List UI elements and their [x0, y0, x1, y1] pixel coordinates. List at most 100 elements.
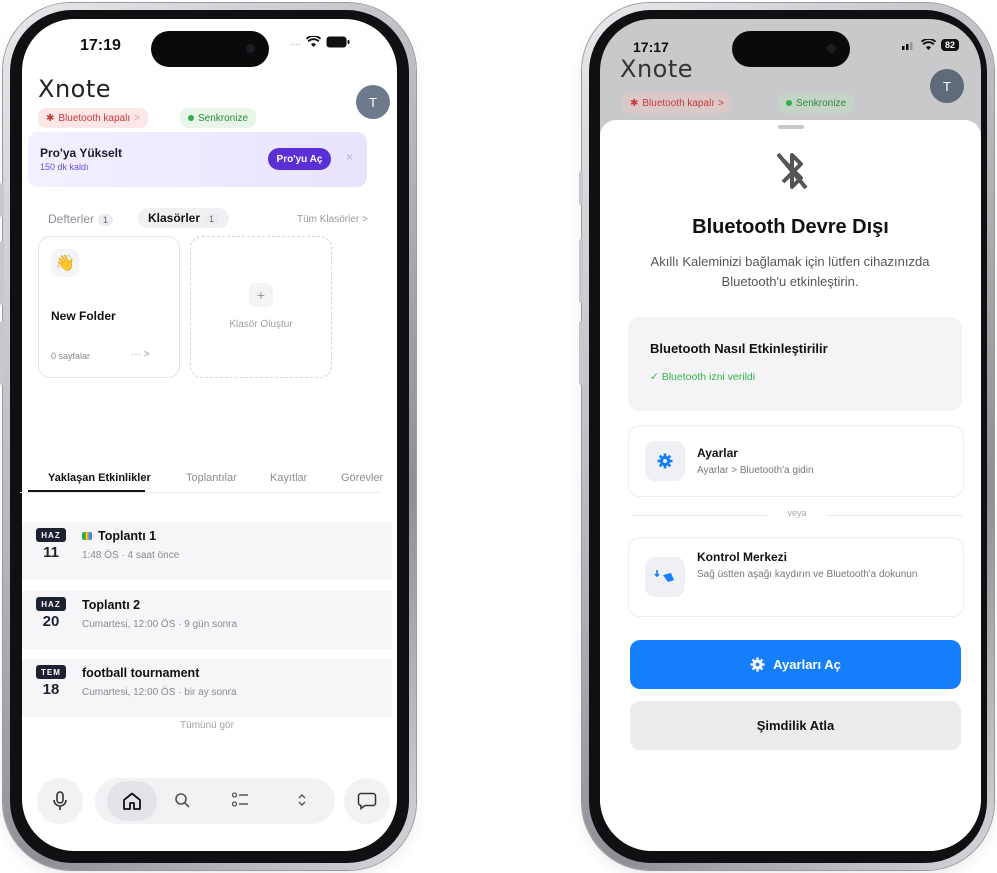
gear-icon — [750, 657, 765, 672]
event-subtitle: 1:48 ÖS · 4 saat önce — [82, 550, 180, 561]
or-divider: veya — [632, 508, 962, 522]
chat-button[interactable] — [344, 778, 390, 824]
tab-notebooks-count: 1 — [98, 214, 114, 226]
plus-icon: + — [249, 283, 273, 307]
bluetooth-status-chip[interactable]: ✱ Bluetooth kapalı > — [38, 108, 148, 128]
event-month: HAZ — [36, 528, 66, 542]
dynamic-island — [150, 31, 269, 67]
event-subtitle: Cumartesi, 12:00 ÖS · 9 gün sonra — [82, 619, 238, 630]
pro-minutes-left: 150 dk kaldı — [40, 162, 89, 172]
settings-icon-box — [645, 441, 685, 481]
howto-title: Bluetooth Nasıl Etkinleştirilir — [650, 341, 828, 356]
control-center-subtitle: Sağ üstten aşağı kaydırın ve Bluetooth'a… — [697, 569, 918, 580]
event-month: TEM — [36, 665, 66, 679]
tab-folders-label: Klasörler — [148, 211, 201, 225]
status-time: 17:17 — [633, 39, 669, 55]
sheet-title: Bluetooth Devre Dışı — [692, 216, 889, 238]
event-day: 11 — [43, 544, 59, 561]
folder-name: New Folder — [51, 309, 116, 323]
open-pro-button[interactable]: Pro'yu Aç — [268, 148, 331, 170]
chevron-right-icon: > — [134, 112, 140, 124]
pro-title: Pro'ya Yükselt — [40, 146, 123, 160]
task-list-icon — [231, 792, 248, 807]
pro-upgrade-banner: Pro'ya Yükselt 150 dk kaldı Pro'yu Aç × — [28, 132, 367, 187]
skip-for-now-button[interactable]: Şimdilik Atla — [630, 701, 961, 750]
bluetooth-status-chip[interactable]: ✱ Bluetooth kapalı > — [622, 93, 732, 113]
volume-up-button — [579, 239, 583, 303]
sheet-drag-handle[interactable] — [778, 125, 804, 129]
waving-hand-icon: 👋 — [51, 249, 79, 277]
event-item[interactable]: TEM 18 football tournament Cumartesi, 12… — [22, 659, 392, 717]
status-time: 17:19 — [80, 37, 121, 54]
bluetooth-off-icon: ✱ — [46, 112, 55, 124]
dynamic-island — [731, 31, 850, 67]
event-title: football tournament — [82, 666, 200, 680]
tab-folders-count: 1 — [204, 213, 220, 225]
event-day: 18 — [42, 681, 60, 698]
search-button[interactable] — [174, 792, 190, 808]
create-folder-card[interactable]: + Klasör Oluştur — [190, 236, 332, 378]
battery-icon — [326, 36, 350, 48]
google-meet-icon — [82, 532, 92, 540]
open-settings-button[interactable]: Ayarları Aç — [630, 640, 961, 689]
settings-option-card[interactable]: Ayarlar Ayarlar > Bluetooth'a gidin — [628, 425, 964, 497]
sort-button[interactable] — [297, 793, 307, 807]
home-icon — [123, 792, 141, 810]
wifi-icon — [306, 36, 322, 47]
event-title-text: Toplantı 1 — [98, 529, 157, 543]
library-tabs: Defterler 1 Klasörler 1 Tüm Klasörler > — [28, 208, 373, 234]
bluetooth-disabled-icon — [775, 148, 809, 199]
tab-meetings[interactable]: Toplantılar — [186, 472, 237, 484]
sheet-description: Akıllı Kaleminizi bağlamak için lütfen c… — [650, 254, 930, 289]
battery-icon: 82 — [941, 39, 960, 51]
event-title: Toplantı 1 — [82, 529, 156, 543]
folder-card[interactable]: 👋 New Folder 0 sayfalar ··· > — [38, 236, 180, 378]
tab-notebooks-label: Defterler — [48, 212, 95, 226]
tasks-button[interactable] — [231, 791, 249, 809]
tab-upcoming-events[interactable]: Yaklaşan Etkinlikler — [48, 472, 151, 484]
event-item[interactable]: HAZ 11 Toplantı 1 1:48 ÖS · 4 saat önce — [22, 522, 392, 580]
settings-option-title: Ayarlar — [697, 446, 738, 460]
action-button — [579, 171, 583, 205]
bluetooth-chip-label: Bluetooth kapalı — [58, 112, 131, 124]
create-folder-label: Klasör Oluştur — [229, 319, 293, 330]
sync-dot-icon — [786, 100, 792, 106]
app-logo: Xnote — [620, 55, 694, 83]
event-month: HAZ — [36, 597, 66, 611]
volume-down-button — [0, 321, 4, 385]
signal-icon — [902, 42, 913, 50]
control-center-icon-box — [645, 557, 685, 597]
event-item[interactable]: HAZ 20 Toplantı 2 Cumartesi, 12:00 ÖS · … — [22, 591, 392, 649]
folder-more-icon[interactable]: ··· > — [131, 349, 150, 360]
sync-dot-icon — [188, 115, 194, 121]
all-folders-link[interactable]: Tüm Klasörler > — [297, 214, 368, 225]
tab-folders[interactable]: Klasörler 1 — [138, 208, 230, 228]
mic-button[interactable] — [37, 778, 83, 824]
chat-icon — [357, 792, 377, 810]
folder-page-count: 0 sayfalar — [51, 351, 91, 361]
swipe-down-icon — [654, 570, 674, 582]
tab-recordings[interactable]: Kayıtlar — [270, 472, 307, 484]
search-icon — [175, 793, 190, 808]
open-settings-label: Ayarları Aç — [773, 657, 841, 672]
settings-option-subtitle: Ayarlar > Bluetooth'a gidin — [697, 465, 814, 476]
control-center-option-card[interactable]: Kontrol Merkezi Sağ üstten aşağı kaydırı… — [628, 537, 964, 617]
permission-granted-text: ✓ Bluetooth izni verildi — [650, 371, 756, 383]
sync-status-chip: Senkronize — [180, 108, 257, 128]
control-center-title: Kontrol Merkezi — [697, 550, 788, 564]
action-button — [0, 183, 4, 217]
user-avatar[interactable]: T — [930, 69, 964, 103]
sync-status-chip: Senkronize — [778, 93, 855, 113]
tab-tasks[interactable]: Görevler — [341, 472, 383, 484]
home-button[interactable] — [107, 781, 157, 821]
gear-icon — [657, 453, 673, 469]
see-all-link[interactable]: Tümünü gör — [12, 720, 402, 731]
app-logo: Xnote — [38, 75, 112, 103]
user-avatar[interactable]: T — [356, 85, 390, 119]
bluetooth-chip-label: Bluetooth kapalı — [642, 97, 715, 109]
tabs-divider — [20, 492, 380, 493]
tab-notebooks[interactable]: Defterler 1 — [48, 212, 114, 226]
close-icon[interactable]: × — [346, 150, 353, 164]
sync-chip-label: Senkronize — [198, 112, 249, 124]
howto-card: Bluetooth Nasıl Etkinleştirilir ✓ Blueto… — [628, 317, 962, 411]
